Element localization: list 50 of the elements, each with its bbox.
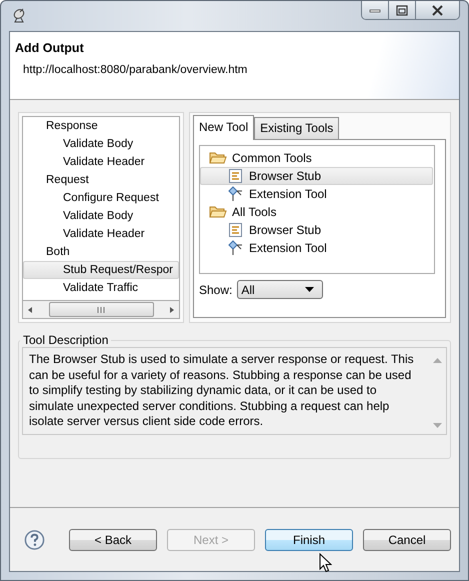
dialog-subtitle: http://localhost:8080/parabank/overview.htm — [23, 64, 248, 76]
help-icon[interactable] — [24, 528, 45, 550]
tree-label: Extension Tool — [249, 241, 327, 255]
tree-label: Browser Stub — [249, 223, 322, 237]
scrollbar-thumb[interactable] — [48, 302, 154, 317]
tree-label: Common Tools — [232, 151, 312, 165]
tree-item[interactable]: Browser Stub — [200, 167, 433, 185]
dialog-button[interactable]: Finish — [265, 528, 353, 550]
minimize-button[interactable] — [362, 1, 389, 19]
dropdown-caret-icon — [305, 287, 314, 292]
tree-label: Browser Stub — [249, 169, 322, 183]
tree-item[interactable]: Both — [23, 243, 179, 261]
close-button[interactable] — [416, 1, 459, 19]
tab[interactable]: New Tool — [193, 115, 254, 140]
show-label: Show: — [199, 282, 232, 296]
tree-item[interactable]: Validate Traffic — [23, 279, 179, 297]
tree-item[interactable]: Request — [23, 171, 179, 189]
close-icon — [431, 4, 444, 16]
maximize-button[interactable] — [389, 1, 416, 19]
tree-item[interactable]: Common Tools — [200, 149, 433, 167]
mouse-pointer-icon — [319, 553, 332, 573]
dialog-button[interactable]: Cancel — [363, 528, 451, 550]
description-text: The Browser Stub is used to simulate a server response or request. This can be useful for a variety of reasons. Stubbing a response can be used to simplify testing by stabilizing dynamic data, or it can be used to simulate unexpected server conditions. Stubbing a request can help isolate server versus client side code errors. — [28, 351, 415, 430]
tree-item[interactable]: Validate Body — [23, 207, 179, 225]
maximize-icon — [396, 4, 408, 16]
tree-item[interactable]: Extension Tool — [200, 185, 433, 203]
tree-item[interactable]: Response — [23, 117, 179, 135]
dialog-button[interactable]: < Back — [69, 528, 157, 550]
diamond-nodes-icon — [228, 186, 244, 202]
tab[interactable]: Existing Tools — [254, 117, 340, 139]
tree-item[interactable]: Validate Body — [23, 135, 179, 153]
satellite-dish-icon — [11, 7, 27, 23]
tree-item[interactable]: Validate Header — [23, 225, 179, 243]
tree-item[interactable]: All Tools — [200, 203, 433, 221]
grip-icon — [96, 306, 106, 312]
folder-icon — [209, 205, 227, 219]
dialog-title: Add Output — [15, 41, 85, 55]
tree-item[interactable]: Extension Tool — [200, 239, 433, 257]
tree-label: Extension Tool — [249, 187, 327, 201]
diamond-nodes-icon — [228, 240, 244, 256]
horizontal-scrollbar[interactable] — [22, 300, 180, 319]
folder-icon — [209, 151, 227, 165]
minimize-icon — [369, 7, 381, 13]
tree-label: All Tools — [232, 205, 276, 219]
tree-item[interactable]: Validate Header — [23, 153, 179, 171]
show-dropdown[interactable]: All — [237, 280, 324, 299]
tree-item[interactable]: Stub Request/Respor — [23, 261, 179, 279]
tree-item[interactable]: Browser Stub — [200, 221, 433, 239]
tree-item[interactable]: Configure Request — [23, 189, 179, 207]
group-title: Tool Description — [22, 333, 110, 347]
